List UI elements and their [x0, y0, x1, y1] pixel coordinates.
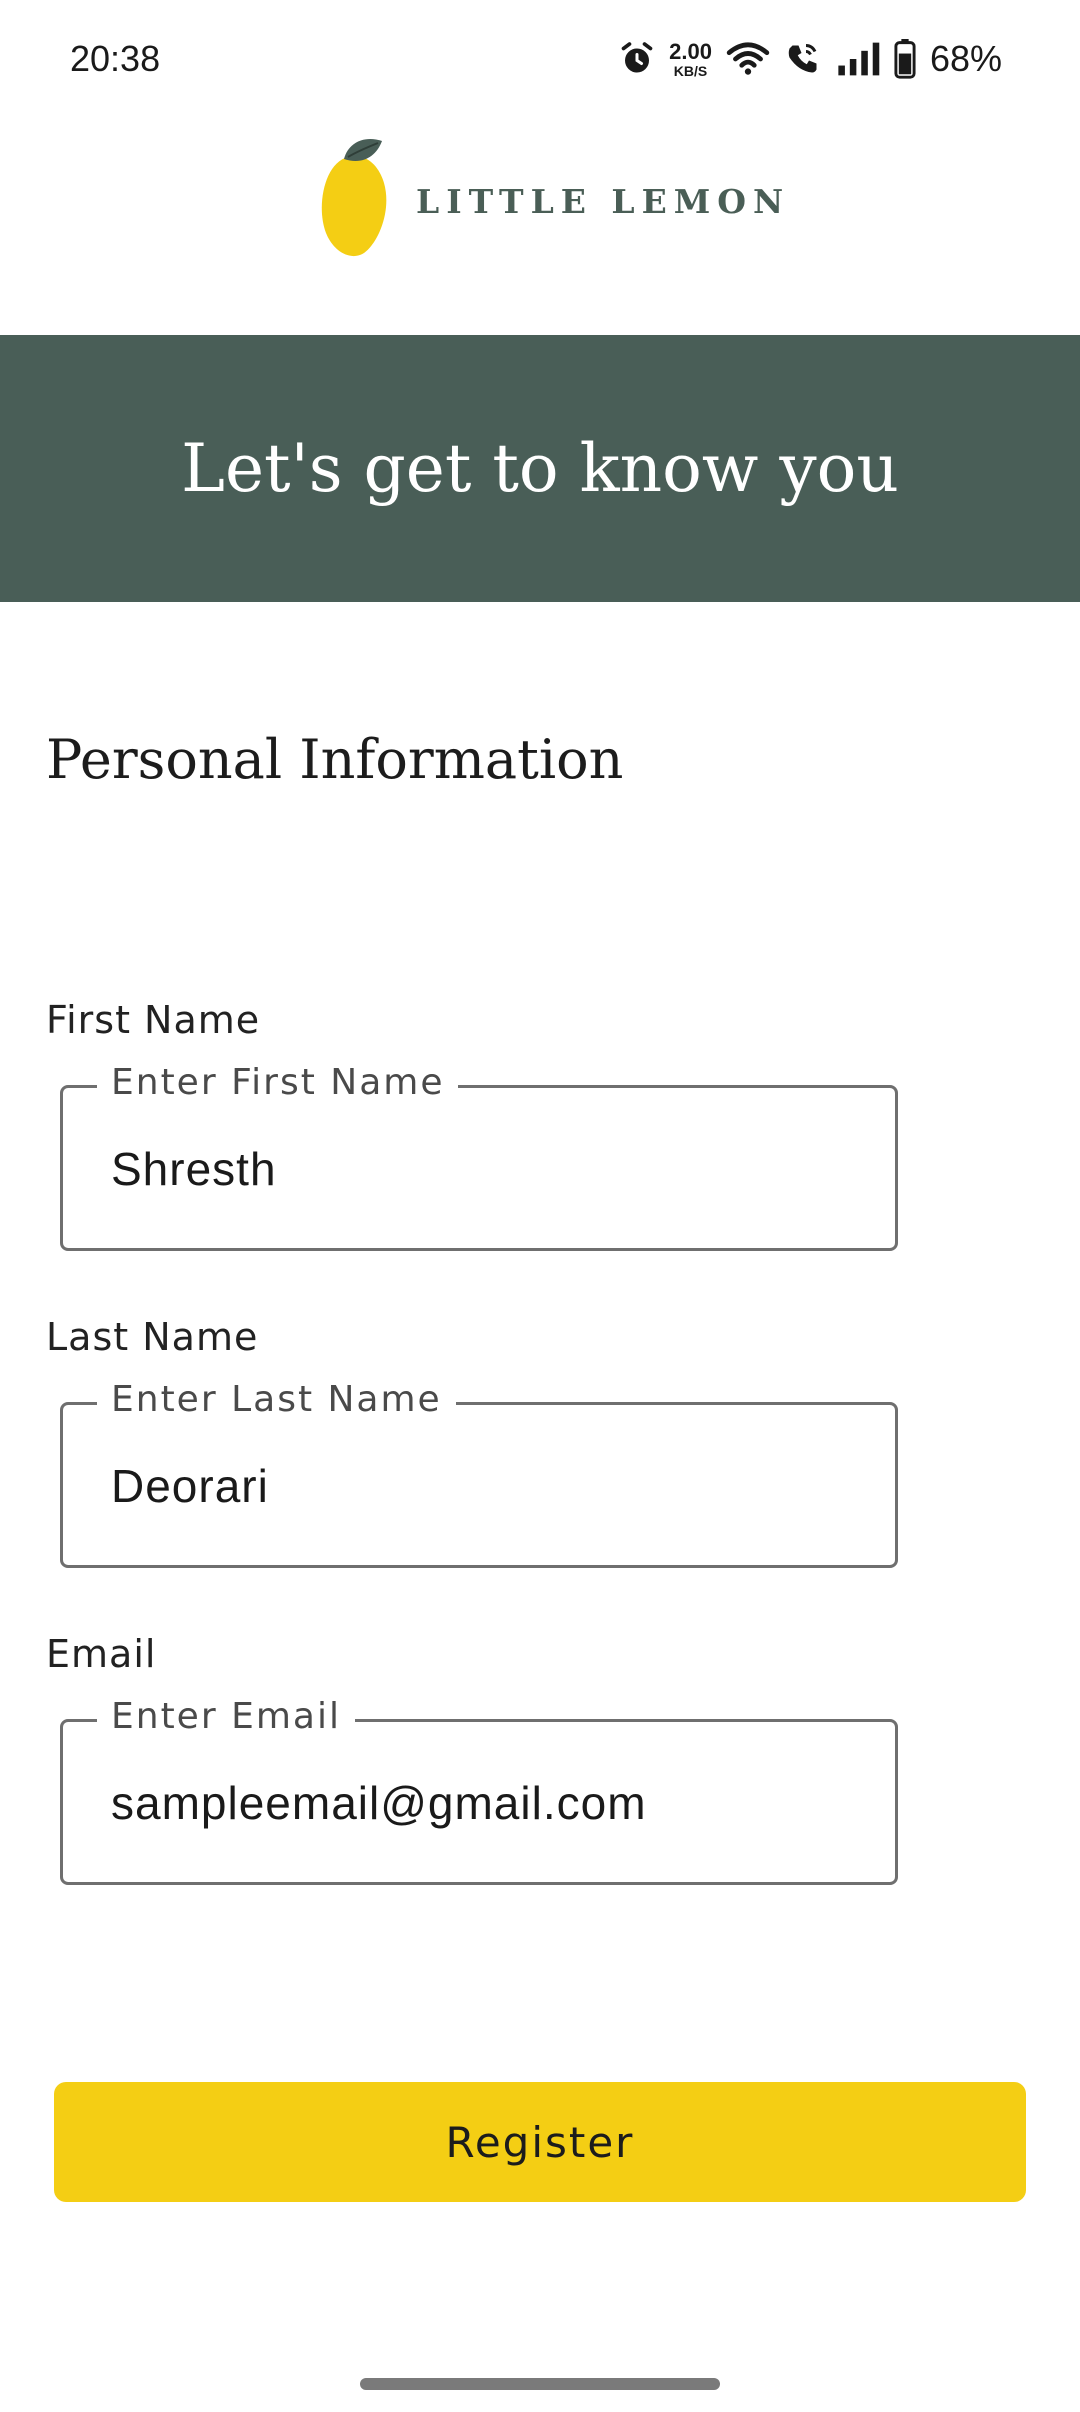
battery-icon: [894, 39, 916, 79]
last-name-value: Deorari: [111, 1460, 269, 1512]
alarm-icon: [619, 41, 655, 77]
email-field[interactable]: Enter Email sampleemail@gmail.com: [60, 1696, 898, 1885]
network-speed-value: 2.00: [669, 38, 712, 64]
first-name-placeholder: Enter First Name: [97, 1062, 459, 1103]
email-value: sampleemail@gmail.com: [111, 1777, 647, 1829]
wifi-icon: [726, 41, 770, 77]
logo-text: LITTLE LEMON: [416, 181, 791, 221]
last-name-field[interactable]: Enter Last Name Deorari: [60, 1379, 898, 1568]
last-name-placeholder: Enter Last Name: [97, 1379, 456, 1420]
hero-banner: Let's get to know you: [0, 335, 1080, 602]
status-bar: 20:38 2.00 KB/S 68%: [0, 0, 1080, 124]
signal-icon: [836, 41, 880, 77]
battery-percent: 68%: [929, 38, 1002, 79]
register-button[interactable]: Register: [54, 2082, 1026, 2202]
email-label: Email: [46, 1632, 157, 1676]
section-title: Personal Information: [46, 728, 624, 791]
lemon-icon: [318, 137, 392, 266]
first-name-field[interactable]: Enter First Name Shresth: [60, 1062, 898, 1251]
network-speed: 2.00 KB/S: [669, 38, 712, 79]
last-name-label: Last Name: [46, 1315, 259, 1359]
network-speed-unit: KB/S: [673, 62, 708, 79]
first-name-label: First Name: [46, 998, 261, 1042]
status-icons: 2.00 KB/S 68%: [619, 34, 1002, 84]
home-indicator[interactable]: [360, 2378, 720, 2390]
status-time: 20:38: [70, 38, 161, 79]
first-name-value: Shresth: [111, 1143, 277, 1195]
app-logo: LITTLE LEMON: [318, 138, 790, 264]
hero-title: Let's get to know you: [181, 430, 899, 507]
wifi-calling-icon: [784, 41, 822, 77]
email-placeholder: Enter Email: [97, 1696, 355, 1737]
